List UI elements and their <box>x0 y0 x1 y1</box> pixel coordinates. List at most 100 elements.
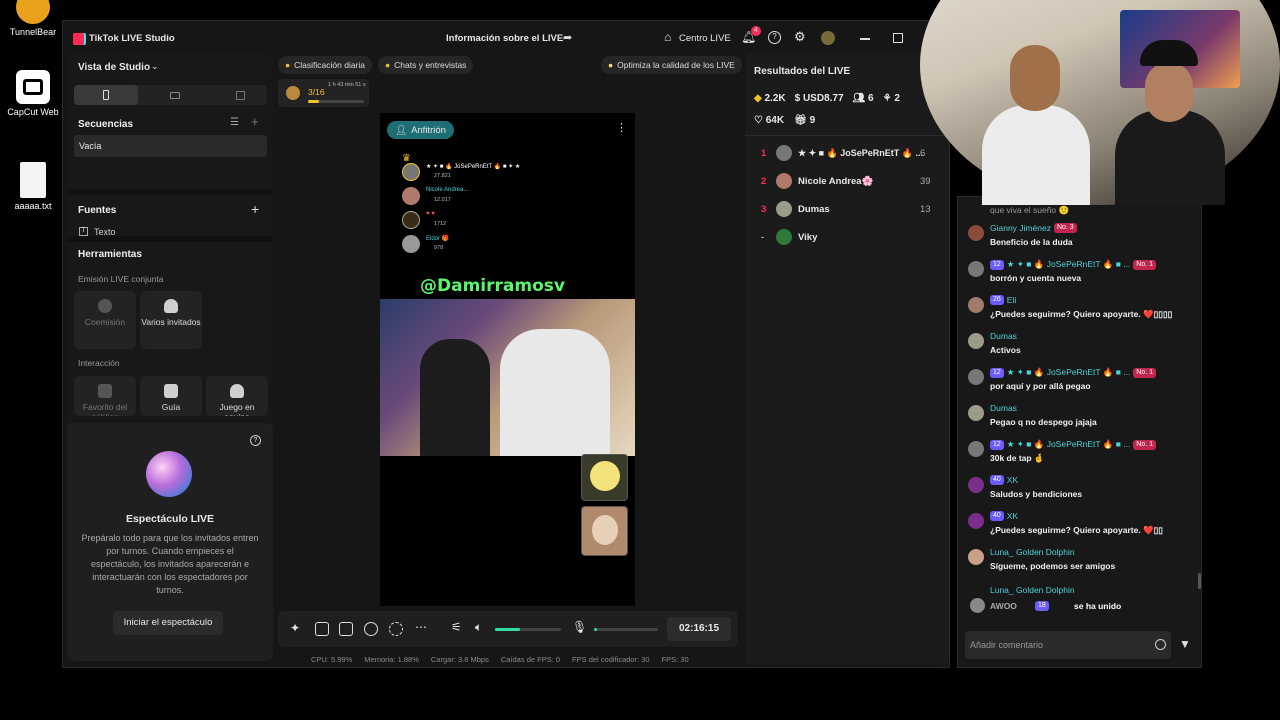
portrait-layout-button[interactable] <box>74 85 138 105</box>
more-icon[interactable]: ⋯ <box>415 620 427 634</box>
status-bar: CPU: 5.99% Memoria: 1.88% Cargar: 3.8 Mb… <box>311 655 689 664</box>
record-icon[interactable] <box>364 622 378 636</box>
tunnelbear-icon <box>16 0 50 24</box>
ranking-row[interactable]: - Viky <box>745 223 945 251</box>
comment-input[interactable]: Añadir comentario <box>965 631 1171 659</box>
rank-score: 13 <box>920 203 931 215</box>
sequence-item[interactable]: Vacía <box>74 135 267 157</box>
volume-icon[interactable]: 🔈︎ <box>475 620 482 635</box>
volume-slider[interactable] <box>495 628 561 631</box>
live-timer: 02:16:15 <box>667 617 731 641</box>
audience-favorite-tile[interactable]: Favorito del público <box>74 376 136 416</box>
team-game-tile[interactable]: Juego en equipo <box>206 376 268 416</box>
joined-user: AWOO <box>990 601 1017 611</box>
rank-position: - <box>761 231 765 243</box>
interaction-label: Interacción <box>78 358 120 368</box>
tools-title: Herramientas <box>78 249 142 260</box>
emoji-icon[interactable] <box>1155 639 1166 650</box>
chat-username: 12 ★ ✦ ■ 🔥 JoSePeRnEtT 🔥 ■ ... No. 1 <box>990 367 1157 378</box>
rank-position: 1 <box>761 147 767 159</box>
chat-scrollbar[interactable] <box>1198 573 1201 589</box>
camera-switch-icon[interactable] <box>389 622 403 636</box>
divider <box>67 236 273 242</box>
list-icon[interactable]: ☰ <box>230 117 239 128</box>
ranking-row[interactable]: 2 Nicole Andrea🌸 39 <box>745 167 945 195</box>
level-badge: 12 <box>990 439 1004 450</box>
help-icon[interactable]: ? <box>250 435 261 446</box>
guest-thumbnail[interactable] <box>581 454 628 501</box>
link-icon <box>98 299 112 313</box>
desktop-icon-textfile[interactable]: aaaaa.txt <box>3 162 63 211</box>
desktop-icon-tunnelbear[interactable]: TunnelBear <box>3 0 63 37</box>
avatar <box>776 229 792 245</box>
microphone-icon[interactable]: 🎙︎ <box>572 620 587 634</box>
diamond-icon: ◆ <box>754 93 762 104</box>
avatar <box>968 513 984 529</box>
equalizer-icon[interactable]: ⚟ <box>451 620 462 634</box>
avatar <box>968 225 984 241</box>
add-source-icon[interactable] <box>339 622 353 636</box>
chevron-down-icon[interactable]: ⌄ <box>151 61 159 72</box>
tile-label: Guía <box>161 402 181 412</box>
control-bar: ✦ ⋯ ⚟ 🔈︎ 🎙︎ 02:16:15 <box>278 611 738 647</box>
coemision-tile[interactable]: Coemisión <box>74 291 136 349</box>
multiple-guests-tile[interactable]: Varios invitados <box>140 291 202 349</box>
magic-wand-icon[interactable]: ✦ <box>290 621 300 635</box>
rank-badge: No. 1 <box>1133 439 1157 450</box>
help-icon[interactable]: ? <box>768 31 781 44</box>
gifts-value: 9 <box>809 115 816 126</box>
trophy-icon: ● <box>285 60 291 70</box>
joined-text: se ha unido <box>1074 601 1122 611</box>
desktop-icon-capcut[interactable]: CapCut Web <box>3 70 63 117</box>
daily-ranking-pill[interactable]: ● Clasificación diaria <box>278 56 373 74</box>
landscape-layout-icon[interactable] <box>170 92 180 99</box>
add-icon[interactable]: + <box>251 114 259 129</box>
chat-text: Saludos y bendiciones <box>990 489 1083 499</box>
avatar[interactable] <box>821 31 835 45</box>
tile-label: Favorito del público <box>82 402 128 416</box>
chats-pill[interactable]: ● Chats y entrevistas <box>378 56 474 74</box>
home-icon[interactable]: ⌂ <box>664 30 671 44</box>
more-options-icon[interactable]: ⋮ <box>616 121 627 134</box>
screen-share-icon[interactable] <box>315 622 329 636</box>
rank-badge: No. 1 <box>1133 367 1157 378</box>
start-show-button[interactable]: Iniciar el espectáculo <box>113 611 223 635</box>
add-source-icon[interactable]: + <box>251 201 259 217</box>
optimize-pill[interactable]: ● Optimiza la calidad de los LIVE <box>601 56 742 74</box>
avatar <box>968 477 984 493</box>
chat-username-text: Eli <box>1006 295 1017 305</box>
person-icon: 👤︎ <box>395 124 408 136</box>
filter-icon[interactable]: ▼ <box>1179 637 1191 651</box>
share-icon[interactable]: ➦ <box>563 31 572 44</box>
ranking-row[interactable]: 3 Dumas 13 <box>745 195 945 223</box>
studio-view-dropdown[interactable]: Vista de Studio <box>78 62 150 73</box>
fps-stat: FPS: 30 <box>661 655 689 664</box>
lock-layout-icon[interactable] <box>236 91 245 100</box>
chat-username-text: Gianny Jiménez <box>990 223 1051 233</box>
leader-row: Nicole Andrea... 12.017 <box>388 187 518 207</box>
title-bar: TikTok LIVE Studio Información sobre el … <box>63 21 949 57</box>
rank-progress-fill <box>308 100 319 103</box>
joint-live-label: Emisión LIVE conjunta <box>78 274 164 284</box>
badge-value: 18 <box>1038 602 1046 609</box>
guide-tile[interactable]: Guía <box>140 376 202 416</box>
usd-value: USD8.77 <box>802 93 844 104</box>
ranking-row[interactable]: 1 ★ ✦ ■ 🔥 JoSePeRnEtT 🔥 ... 6 <box>745 139 945 167</box>
chats-label: Chats y entrevistas <box>394 60 467 70</box>
guest-thumbnail[interactable] <box>581 506 628 556</box>
chat-text: Pegao q no despego jajaja <box>990 417 1097 427</box>
mic-slider[interactable] <box>594 628 658 631</box>
desktop-icon-label: TunnelBear <box>9 27 57 37</box>
settings-gear-icon[interactable]: ⚙ <box>794 29 806 45</box>
centro-live-button[interactable]: Centro LIVE <box>679 33 731 44</box>
show-title: Espectáculo LIVE <box>125 513 215 525</box>
minimize-icon[interactable] <box>860 38 870 40</box>
notification-badge: 4 <box>751 26 761 36</box>
rank-progress-card[interactable]: 3/16 1 h 43 min 51 s <box>278 79 369 107</box>
live-info-title[interactable]: Información sobre el LIVE <box>446 33 563 44</box>
leader-name: Eldor 🎁 <box>426 236 450 242</box>
maximize-icon[interactable] <box>893 33 903 43</box>
level-badge: 18 <box>1035 601 1049 611</box>
avatar <box>590 461 620 491</box>
leader-score: 27.821 <box>434 173 451 179</box>
